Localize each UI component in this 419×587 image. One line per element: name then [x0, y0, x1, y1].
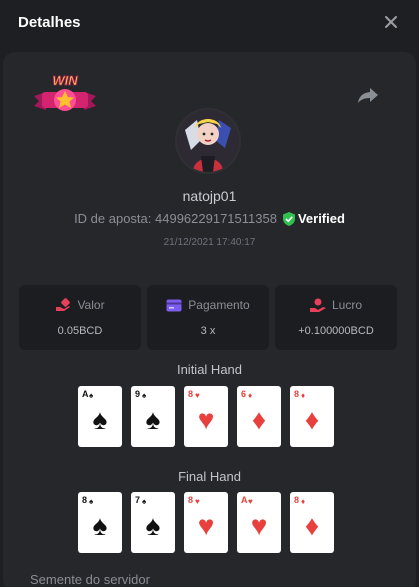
bet-id-row: ID de aposta: 44996229171511358 Verified — [0, 211, 419, 226]
stat-pagamento: Pagamento 3 x — [147, 285, 269, 350]
stat-header: Pagamento — [166, 298, 250, 312]
playing-card: 8 ♦ ♦ — [290, 492, 334, 553]
shield-check-icon — [282, 211, 295, 226]
stat-label: Lucro — [331, 298, 363, 312]
close-button[interactable] — [381, 12, 401, 32]
win-badge-text: WIN — [52, 73, 78, 88]
modal-header: Detalhes — [0, 0, 419, 44]
avatar — [175, 108, 241, 174]
playing-card: 8 ♥ ♥ — [184, 492, 228, 553]
verified-badge[interactable]: Verified — [282, 211, 345, 226]
verified-label: Verified — [297, 211, 345, 226]
share-button[interactable] — [356, 85, 380, 105]
initial-hand-title: Initial Hand — [176, 362, 243, 377]
win-badge: WIN — [30, 70, 100, 122]
share-icon — [358, 88, 378, 103]
card-icon — [166, 299, 182, 311]
profit-icon — [309, 298, 326, 312]
initial-hand: A ♠ ♠ 9 ♠ ♠ 8 ♥ ♥ 6 ♦ ♦ 8 ♦ ♦ — [78, 386, 334, 447]
bet-id: ID de aposta: 44996229171511358 — [74, 211, 277, 226]
bet-timestamp: 21/12/2021 17:40:17 — [163, 237, 256, 248]
playing-card: 6 ♦ ♦ — [237, 386, 281, 447]
coin-hand-icon — [56, 298, 71, 311]
final-hand-title: Final Hand — [178, 469, 241, 484]
avatar-image — [177, 110, 239, 172]
stat-value: +0.100000BCD — [298, 325, 374, 337]
username: natojp01 — [182, 188, 237, 204]
stat-label: Valor — [77, 298, 105, 312]
playing-card: A ♥ ♥ — [237, 492, 281, 553]
stat-lucro: Lucro +0.100000BCD — [275, 285, 397, 350]
stat-label: Pagamento — [188, 298, 250, 312]
stat-value: 3 x — [200, 325, 216, 337]
playing-card: 8 ♥ ♥ — [184, 386, 228, 447]
playing-card: 7 ♠ ♠ — [131, 492, 175, 553]
stats-row: Valor 0.05BCD Pagamento 3 x Lucro +0.100… — [19, 285, 397, 350]
modal-title: Detalhes — [18, 13, 81, 31]
playing-card: 9 ♠ ♠ — [131, 386, 175, 447]
stat-header: Valor — [55, 298, 105, 312]
playing-card: A ♠ ♠ — [78, 386, 122, 447]
stat-header: Lucro — [309, 298, 363, 312]
stat-value: 0.05BCD — [57, 325, 103, 337]
close-icon — [385, 16, 397, 28]
final-hand: 8 ♠ ♠ 7 ♠ ♠ 8 ♥ ♥ A ♥ ♥ 8 ♦ ♦ — [78, 492, 334, 553]
playing-card: 8 ♠ ♠ — [78, 492, 122, 553]
playing-card: 8 ♦ ♦ — [290, 386, 334, 447]
server-seed-label: Semente do servidor — [30, 572, 150, 587]
win-badge-icon: WIN — [34, 73, 96, 111]
stat-valor: Valor 0.05BCD — [19, 285, 141, 350]
